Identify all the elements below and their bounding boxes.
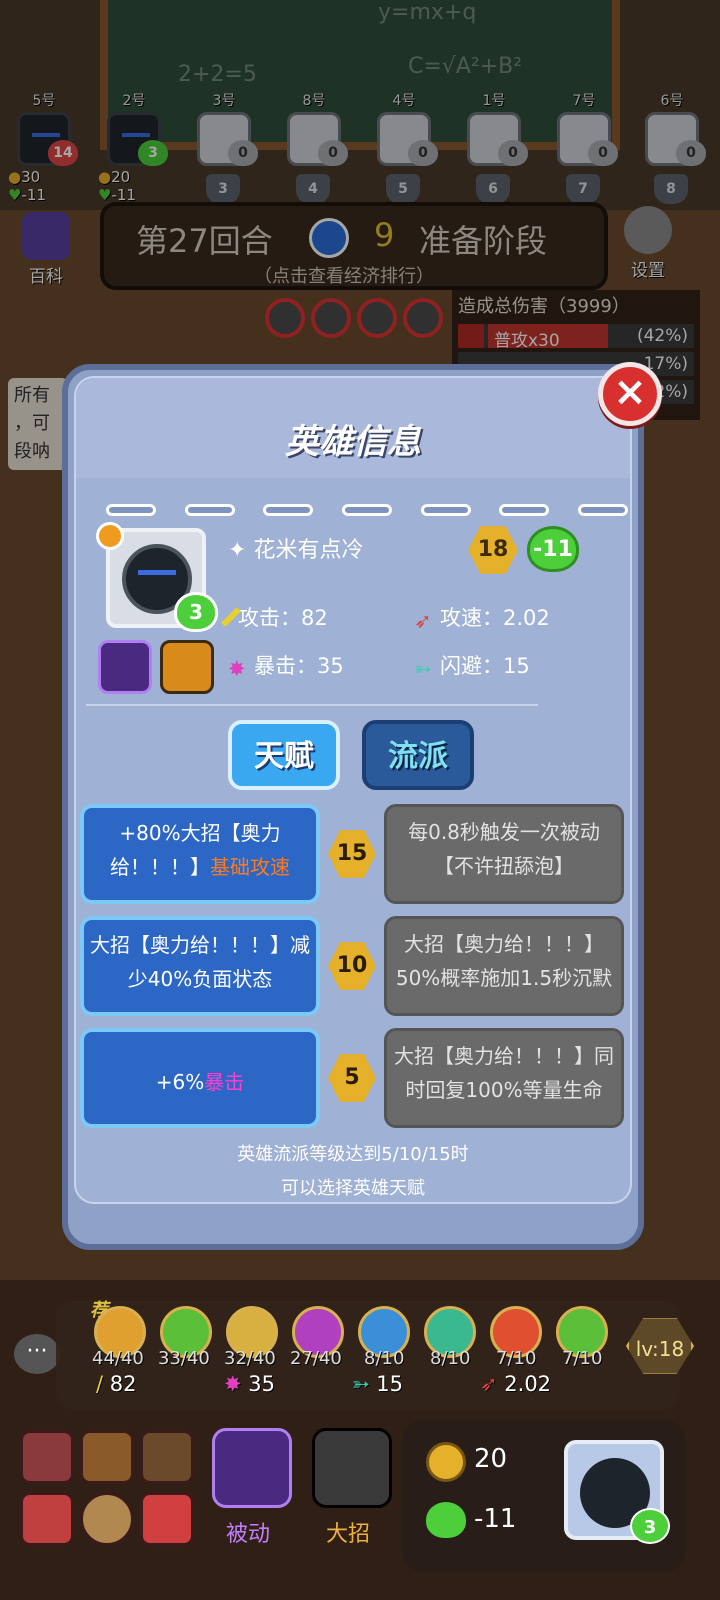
sword-icon: / — [96, 1372, 110, 1396]
passive-skill-button[interactable] — [212, 1428, 292, 1508]
hero-star-level: 3 — [630, 1508, 670, 1544]
ticket-icon[interactable] — [80, 1430, 134, 1484]
talent-option-right[interactable]: 大招【奥力给！！！】50%概率施加1.5秒沉默 — [384, 916, 624, 1016]
chat-button[interactable]: ··· — [14, 1334, 60, 1374]
hp-amount: -11 — [474, 1504, 517, 1534]
dodge-icon: ➳ — [352, 1372, 377, 1396]
trait-count: 27/40 — [290, 1348, 342, 1369]
sparkle-icon: ✦ — [228, 538, 254, 563]
close-button[interactable]: × — [598, 362, 662, 426]
heart-icon — [426, 1502, 466, 1538]
stat-crit: ✸ 暴击：35 — [228, 654, 344, 681]
talent-option-left[interactable]: +6%暴击 — [80, 1028, 320, 1128]
gold-amount: 20 — [474, 1444, 508, 1474]
talent-option-right[interactable]: 每0.8秒触发一次被动【不许扭舔泡】 — [384, 804, 624, 904]
talent-option-left[interactable]: +80%大招【奥力给！！！】基础攻速 — [80, 804, 320, 904]
summary-dodge: ➳ 15 — [352, 1372, 404, 1396]
crit-icon: ✸ — [228, 657, 246, 681]
hero-name: ✦ 花米有点冷 — [228, 538, 364, 563]
dodge-icon: ➳ — [414, 657, 432, 681]
trait-count: 8/10 — [430, 1348, 471, 1369]
tab-school[interactable]: 流派 — [362, 720, 474, 790]
shield-badge-icon — [96, 522, 124, 550]
stat-dodge: ➳ 闪避：15 — [414, 654, 530, 681]
trait-count: 7/10 — [562, 1348, 603, 1369]
stat-attack: 攻击：82 — [221, 602, 328, 632]
section-divider — [86, 704, 538, 706]
popcorn-icon[interactable] — [140, 1492, 194, 1546]
wing-icon: ➶ — [480, 1372, 505, 1396]
shop-cart-icon[interactable] — [20, 1430, 74, 1484]
modal-divider — [106, 504, 628, 516]
cookie-icon[interactable] — [80, 1492, 134, 1546]
crit-icon: ✸ — [224, 1372, 249, 1396]
popcorn-bag-icon[interactable] — [140, 1430, 194, 1484]
racket-icon[interactable] — [20, 1492, 74, 1546]
hero-hp: -11 — [527, 526, 579, 572]
ultimate-skill-icon[interactable] — [160, 640, 214, 694]
summary-attack-speed: ➶ 2.02 — [480, 1372, 552, 1396]
trait-count: 33/40 — [158, 1348, 210, 1369]
summary-attack: / 82 — [96, 1372, 137, 1396]
passive-skill-label: 被动 — [226, 1522, 271, 1547]
hero-star-level: 3 — [174, 592, 218, 632]
trait-count: 7/10 — [496, 1348, 537, 1369]
talent-option-left[interactable]: 大招【奥力给！！！】减少40%负面状态 — [80, 916, 320, 1016]
summary-crit: ✸ 35 — [224, 1372, 276, 1396]
wing-icon: ➶ — [414, 609, 432, 633]
passive-skill-icon[interactable] — [98, 640, 152, 694]
talent-option-right[interactable]: 大招【奥力给！！！】同时回复100%等量生命 — [384, 1028, 624, 1128]
modal-title: 英雄信息 — [285, 422, 421, 462]
tab-talent[interactable]: 天赋 — [228, 720, 340, 790]
trait-count: 8/10 — [364, 1348, 405, 1369]
ultimate-skill-button[interactable] — [312, 1428, 392, 1508]
trait-count: 32/40 — [224, 1348, 276, 1369]
stat-attack-speed: ➶ 攻速：2.02 — [414, 606, 550, 633]
gold-coin-icon — [426, 1442, 466, 1482]
talent-note: 英雄流派等级达到5/10/15时 — [237, 1144, 469, 1165]
ultimate-skill-label: 大招 — [326, 1522, 371, 1547]
current-hero-portrait[interactable]: 3 — [564, 1440, 670, 1544]
trait-count: 44/40 — [92, 1348, 144, 1369]
talent-note: 可以选择英雄天赋 — [281, 1178, 425, 1199]
